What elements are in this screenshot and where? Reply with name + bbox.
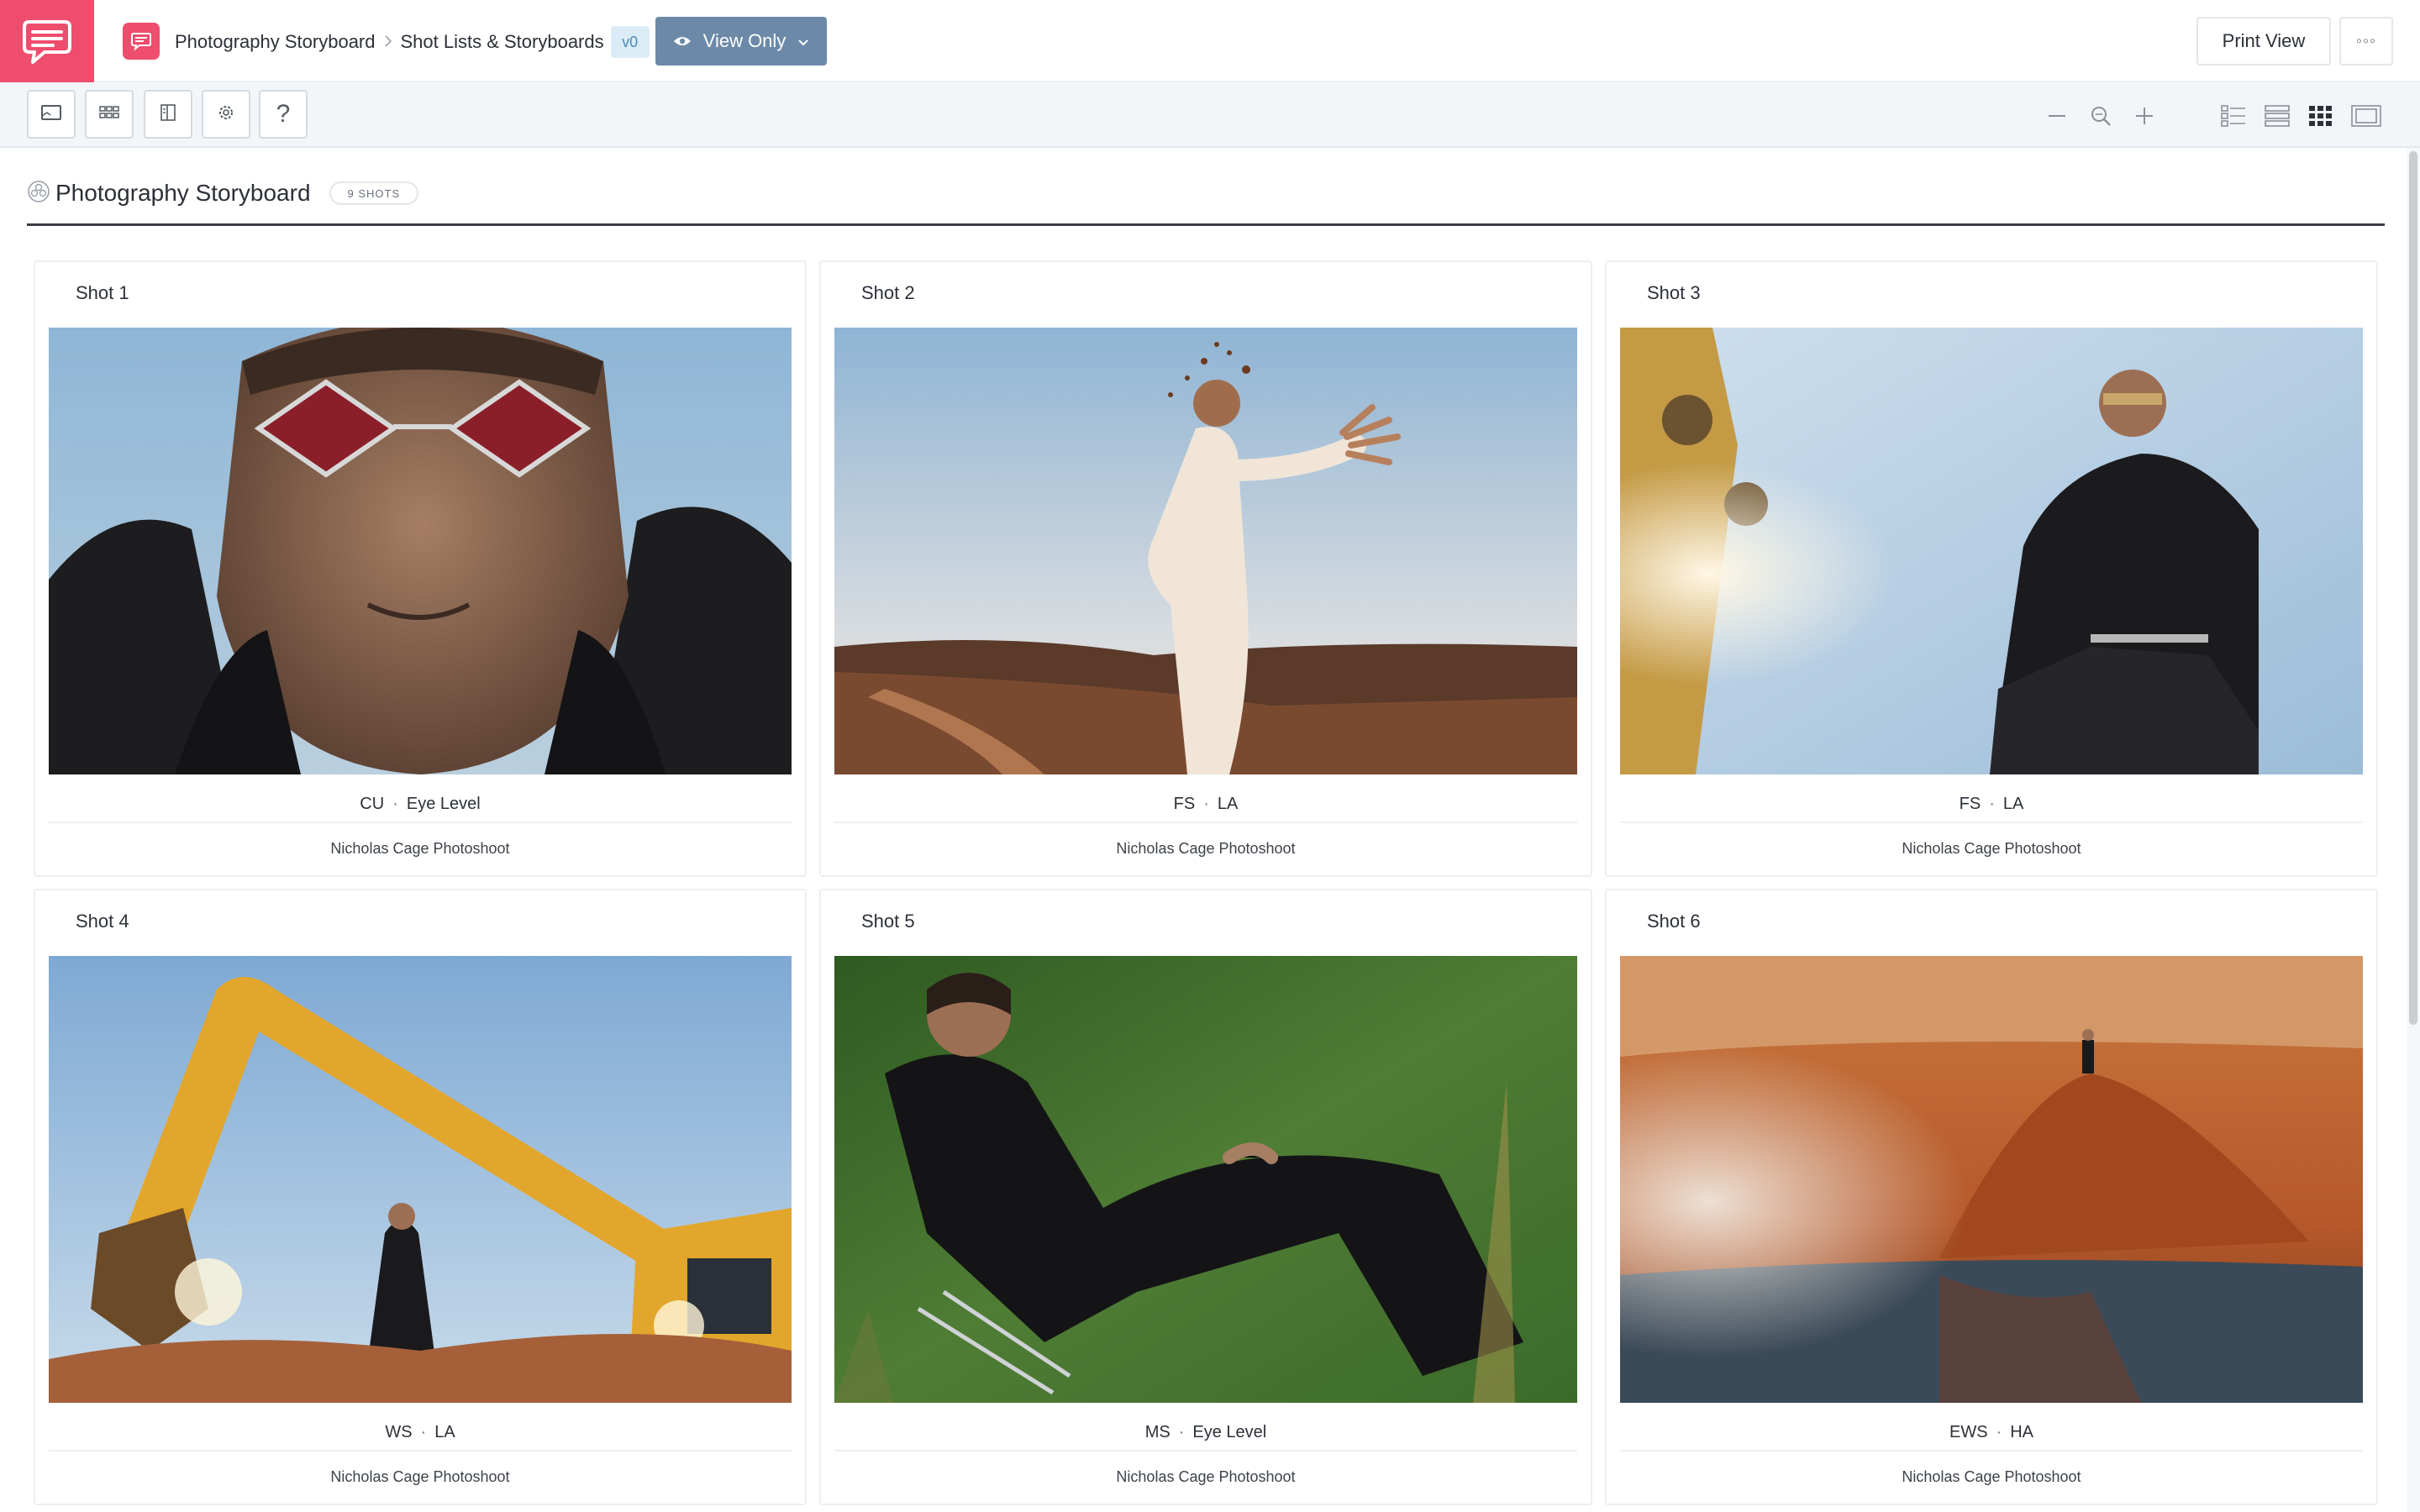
help-icon: ? — [276, 100, 291, 128]
scrollbar-thumb[interactable] — [2409, 151, 2417, 1025]
shot-card[interactable]: Shot 3 FS · LA Nicholas Cage Photoshoot — [1605, 260, 2378, 877]
shot-description: Nicholas Cage Photoshoot — [1902, 1467, 2081, 1485]
shot-size: CU — [360, 794, 385, 813]
shot-card[interactable]: Shot 6 EWS · HA Nicholas Cage Photoshoot — [1605, 889, 2378, 1505]
panel-icon — [159, 103, 177, 126]
shot-angle: Eye Level — [406, 794, 481, 813]
shot-image[interactable] — [1620, 328, 2363, 774]
version-badge[interactable]: v0 — [610, 26, 650, 58]
shot-angle: HA — [2010, 1422, 2034, 1441]
shot-image[interactable] — [49, 328, 792, 774]
app-logo-icon[interactable] — [0, 0, 94, 82]
grid-button[interactable] — [85, 90, 134, 139]
project-icon[interactable] — [123, 23, 160, 60]
chevron-right-icon — [384, 31, 392, 53]
shot-description: Nicholas Cage Photoshoot — [1116, 839, 1296, 857]
shot-angle: LA — [1217, 794, 1239, 813]
meta-separator: · — [1203, 794, 1209, 813]
frame-button[interactable] — [27, 90, 76, 139]
zoom-icon[interactable] — [2084, 99, 2118, 133]
shot-title: Shot 2 — [861, 282, 915, 303]
shot-meta: FS · LA — [834, 786, 1577, 823]
aperture-icon — [27, 180, 50, 207]
shot-size: FS — [1173, 794, 1196, 813]
page-heading: Photography Storyboard 9 SHOTS — [27, 176, 419, 210]
meta-separator: · — [1996, 1422, 2002, 1441]
shot-description: Nicholas Cage Photoshoot — [330, 1467, 510, 1485]
shot-description: Nicholas Cage Photoshoot — [1116, 1467, 1296, 1485]
breadcrumb-project[interactable]: Photography Storyboard — [175, 31, 376, 53]
view-only-label: View Only — [702, 30, 786, 51]
shot-meta: CU · Eye Level — [49, 786, 792, 823]
meta-separator: · — [1989, 794, 1995, 813]
list-view-icon[interactable] — [2217, 99, 2250, 133]
shot-meta: EWS · HA — [1620, 1415, 2363, 1452]
shot-card[interactable]: Shot 1 CU · Eye Level Nicholas Cage Phot… — [34, 260, 807, 877]
rows-view-icon[interactable] — [2260, 99, 2294, 133]
help-button[interactable]: ? — [259, 90, 308, 139]
shot-card[interactable]: Shot 2 FS · LA Nicholas Cage Photoshoot — [819, 260, 1592, 877]
meta-separator: · — [1178, 1422, 1185, 1441]
eye-icon — [673, 30, 692, 52]
shot-title: Shot 5 — [861, 911, 915, 932]
film-view-icon[interactable] — [2349, 99, 2383, 133]
shot-size: FS — [1959, 794, 1981, 813]
shot-meta: MS · Eye Level — [834, 1415, 1577, 1452]
more-options-button[interactable]: ◦◦◦ — [2339, 17, 2393, 66]
shot-title: Shot 1 — [76, 282, 129, 303]
grid-icon — [98, 104, 120, 125]
shot-card[interactable]: Shot 4 WS · LA Nicholas Cage Photoshoot — [34, 889, 807, 1505]
shot-angle: Eye Level — [1192, 1422, 1267, 1441]
toolbar: ? — [0, 82, 2420, 148]
meta-separator: · — [392, 794, 398, 813]
top-header: Photography Storyboard Shot Lists & Stor… — [0, 0, 2420, 82]
shot-description: Nicholas Cage Photoshoot — [330, 839, 510, 857]
view-only-button[interactable]: View Only — [655, 17, 827, 66]
shot-title: Shot 4 — [76, 911, 129, 932]
zoom-out-icon[interactable] — [2040, 99, 2074, 133]
shot-size: MS — [1144, 1422, 1171, 1441]
breadcrumb-section[interactable]: Shot Lists & Storyboards — [401, 31, 604, 53]
shot-meta: FS · LA — [1620, 786, 2363, 823]
shot-meta: WS · LA — [49, 1415, 792, 1452]
shot-description: Nicholas Cage Photoshoot — [1902, 839, 2081, 857]
shot-angle: LA — [434, 1422, 455, 1441]
settings-icon — [216, 102, 236, 127]
frame-icon — [40, 103, 62, 126]
chevron-down-icon — [797, 30, 809, 52]
grid-view-icon[interactable] — [2304, 99, 2338, 133]
shot-title: Shot 3 — [1647, 282, 1701, 303]
shot-size: WS — [385, 1422, 413, 1441]
shot-image[interactable] — [834, 956, 1577, 1403]
shot-title: Shot 6 — [1647, 911, 1701, 932]
settings-button[interactable] — [202, 90, 250, 139]
ellipsis-icon: ◦◦◦ — [2355, 31, 2377, 50]
shot-image[interactable] — [834, 328, 1577, 774]
zoom-in-icon[interactable] — [2128, 99, 2161, 133]
page-title: Photography Storyboard — [55, 180, 311, 206]
shot-angle: LA — [2002, 794, 2024, 813]
shot-count-badge: 9 SHOTS — [329, 181, 419, 205]
meta-separator: · — [420, 1422, 427, 1441]
print-view-button[interactable]: Print View — [2196, 17, 2331, 66]
panel-button[interactable] — [144, 90, 192, 139]
title-divider — [27, 223, 2385, 226]
shot-size: EWS — [1949, 1422, 1988, 1441]
shot-image[interactable] — [1620, 956, 2363, 1403]
shot-card[interactable]: Shot 5 MS · Eye Level Nicholas Cage Phot… — [819, 889, 1592, 1505]
shot-image[interactable] — [49, 956, 792, 1403]
breadcrumb: Photography Storyboard Shot Lists & Stor… — [175, 25, 650, 59]
